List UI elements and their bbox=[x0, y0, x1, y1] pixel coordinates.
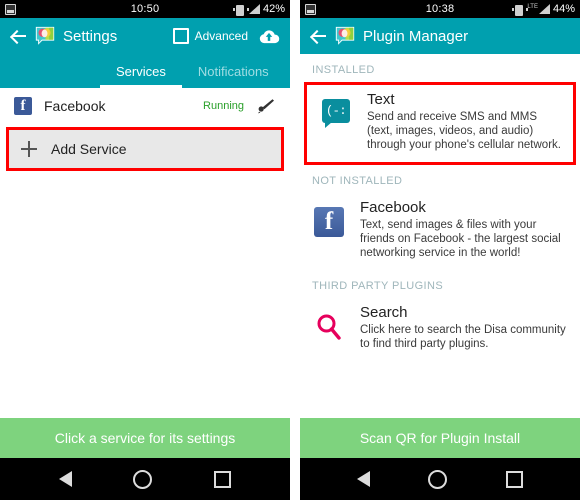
add-service-row[interactable]: Add Service bbox=[9, 130, 281, 168]
app-bar-actions: Advanced bbox=[172, 28, 280, 44]
right-phone-screen: 10:38 LTE 44% Plugin Manager INSTALLED (… bbox=[300, 0, 580, 500]
service-name: Facebook bbox=[44, 98, 106, 114]
battery-percent: 44% bbox=[552, 3, 575, 15]
tab-services[interactable]: Services bbox=[100, 54, 182, 88]
plugin-title: Text bbox=[367, 91, 395, 108]
left-phone-screen: 10:50 42% Settings Advanced Services Not… bbox=[0, 0, 290, 500]
plugin-description: Text, send images & files with your frie… bbox=[360, 219, 561, 259]
vibrate-icon bbox=[512, 4, 529, 16]
plugin-text-block: Search Click here to search the Disa com… bbox=[360, 304, 568, 351]
plugin-icon-wrap: (-: bbox=[319, 91, 353, 128]
left-bottom-action-bar[interactable]: Click a service for its settings bbox=[0, 418, 290, 458]
section-heading-not-installed: NOT INSTALLED bbox=[312, 175, 403, 187]
add-service-highlight: Add Service bbox=[6, 127, 284, 171]
plugin-title: Search bbox=[360, 304, 408, 321]
search-icon bbox=[314, 312, 344, 342]
nav-recents-icon[interactable] bbox=[505, 470, 523, 488]
plugin-description: Click here to search the Disa community … bbox=[360, 324, 566, 350]
panel-divider bbox=[290, 0, 300, 500]
status-right-group: 42% bbox=[232, 3, 285, 16]
nav-back-icon[interactable] bbox=[357, 471, 371, 487]
left-app-bar: Settings Advanced bbox=[0, 18, 290, 54]
tab-services-label: Services bbox=[116, 63, 166, 79]
network-type-label: LTE bbox=[527, 4, 538, 10]
back-arrow-icon[interactable] bbox=[10, 27, 28, 45]
right-status-bar: 10:38 LTE 44% bbox=[300, 0, 580, 18]
right-bottom-action-label: Scan QR for Plugin Install bbox=[359, 430, 521, 446]
facebook-icon: f bbox=[314, 207, 344, 237]
screenshot-root: 10:50 42% Settings Advanced Services Not… bbox=[0, 0, 580, 500]
status-right-group: LTE 44% bbox=[512, 3, 575, 16]
nav-back-icon[interactable] bbox=[58, 471, 72, 487]
page-title: Plugin Manager bbox=[363, 27, 469, 45]
nav-home-icon[interactable] bbox=[133, 469, 153, 489]
right-bottom-action-bar[interactable]: Scan QR for Plugin Install bbox=[300, 418, 580, 458]
plugin-icon-wrap: f bbox=[312, 199, 346, 237]
text-plugin-highlight: (-: Text Send and receive SMS and MMS (t… bbox=[304, 82, 576, 165]
nav-recents-icon[interactable] bbox=[214, 470, 232, 488]
add-service-label: Add Service bbox=[51, 141, 127, 157]
disa-logo-icon bbox=[334, 25, 356, 47]
disa-logo-icon bbox=[34, 25, 56, 47]
service-row-facebook[interactable]: f Facebook Running bbox=[0, 88, 290, 124]
plugin-title: Facebook bbox=[360, 199, 426, 216]
brush-icon[interactable] bbox=[256, 97, 276, 115]
plugin-text-block: Text Send and receive SMS and MMS (text,… bbox=[367, 91, 561, 152]
sms-bubble-icon: (-: bbox=[322, 99, 350, 128]
plugin-description: Send and receive SMS and MMS (text, imag… bbox=[367, 111, 561, 151]
advanced-checkbox[interactable]: Advanced bbox=[172, 28, 248, 44]
back-arrow-icon[interactable] bbox=[310, 27, 328, 45]
nav-home-icon[interactable] bbox=[428, 469, 448, 489]
tab-notifications-label: Notifications bbox=[197, 63, 269, 79]
battery-percent: 42% bbox=[262, 3, 285, 15]
right-nav-bar bbox=[300, 458, 580, 500]
left-status-bar: 10:50 42% bbox=[0, 0, 290, 18]
service-status-badge: Running bbox=[203, 100, 244, 112]
plugin-text-block: Facebook Text, send images & files with … bbox=[360, 199, 568, 260]
plugin-row-search[interactable]: Search Click here to search the Disa com… bbox=[300, 298, 580, 361]
plugin-row-text[interactable]: (-: Text Send and receive SMS and MMS (t… bbox=[307, 85, 573, 162]
facebook-icon: f bbox=[14, 97, 32, 115]
left-tab-bar: Services Notifications bbox=[0, 54, 290, 88]
signal-icon bbox=[248, 4, 260, 14]
plus-icon bbox=[21, 141, 37, 157]
tab-notifications[interactable]: Notifications bbox=[182, 54, 285, 88]
left-content: f Facebook Running Add Service bbox=[0, 88, 290, 418]
plugin-row-facebook[interactable]: f Facebook Text, send images & files wit… bbox=[300, 193, 580, 270]
signal-icon bbox=[538, 4, 550, 14]
page-title: Settings bbox=[63, 27, 118, 45]
vibrate-icon bbox=[232, 4, 249, 16]
right-content: INSTALLED (-: Text Send and receive SMS … bbox=[300, 54, 580, 418]
cloud-upload-icon[interactable] bbox=[258, 28, 280, 44]
advanced-label: Advanced bbox=[194, 29, 248, 43]
left-nav-bar bbox=[0, 458, 290, 500]
section-heading-installed: INSTALLED bbox=[312, 64, 375, 76]
section-heading-third-party: THIRD PARTY PLUGINS bbox=[312, 280, 444, 292]
checkbox-box-icon[interactable] bbox=[172, 28, 189, 44]
right-app-bar: Plugin Manager bbox=[300, 18, 580, 54]
plugin-icon-wrap bbox=[312, 304, 346, 342]
left-bottom-action-label: Click a service for its settings bbox=[54, 430, 236, 446]
